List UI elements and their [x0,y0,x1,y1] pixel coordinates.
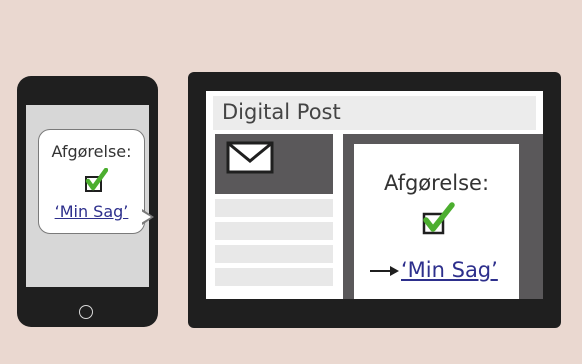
phone-screen: Afgørelse: ‘Min Sag’ [26,105,154,287]
tablet-screen: Digital Post Afgørelse: ‘Min Sag’ [206,91,543,299]
bubble-title: Afgørelse: [51,142,132,161]
inbox-tile[interactable] [215,134,333,194]
bubble-tail [141,209,154,225]
checked-box-icon [85,168,108,192]
message-panel: Afgørelse: ‘Min Sag’ [343,134,543,299]
min-sag-link[interactable]: ‘Min Sag’ [401,258,498,282]
list-item[interactable] [215,245,333,263]
arrow-right-icon [370,266,399,276]
checked-box-icon [422,202,455,235]
home-button[interactable] [79,305,93,319]
digital-post-header: Digital Post [213,96,536,130]
card-title: Afgørelse: [383,171,490,195]
min-sag-link[interactable]: ‘Min Sag’ [39,202,144,221]
page-title: Digital Post [222,100,341,124]
list-item[interactable] [215,222,333,240]
tablet: Digital Post Afgørelse: ‘Min Sag’ [188,72,561,328]
smartphone: Afgørelse: ‘Min Sag’ [17,76,158,327]
notification-bubble[interactable]: Afgørelse: ‘Min Sag’ [38,129,145,234]
list-item[interactable] [215,268,333,286]
envelope-icon [226,141,274,174]
list-item[interactable] [215,199,333,217]
message-card: Afgørelse: ‘Min Sag’ [354,144,519,299]
